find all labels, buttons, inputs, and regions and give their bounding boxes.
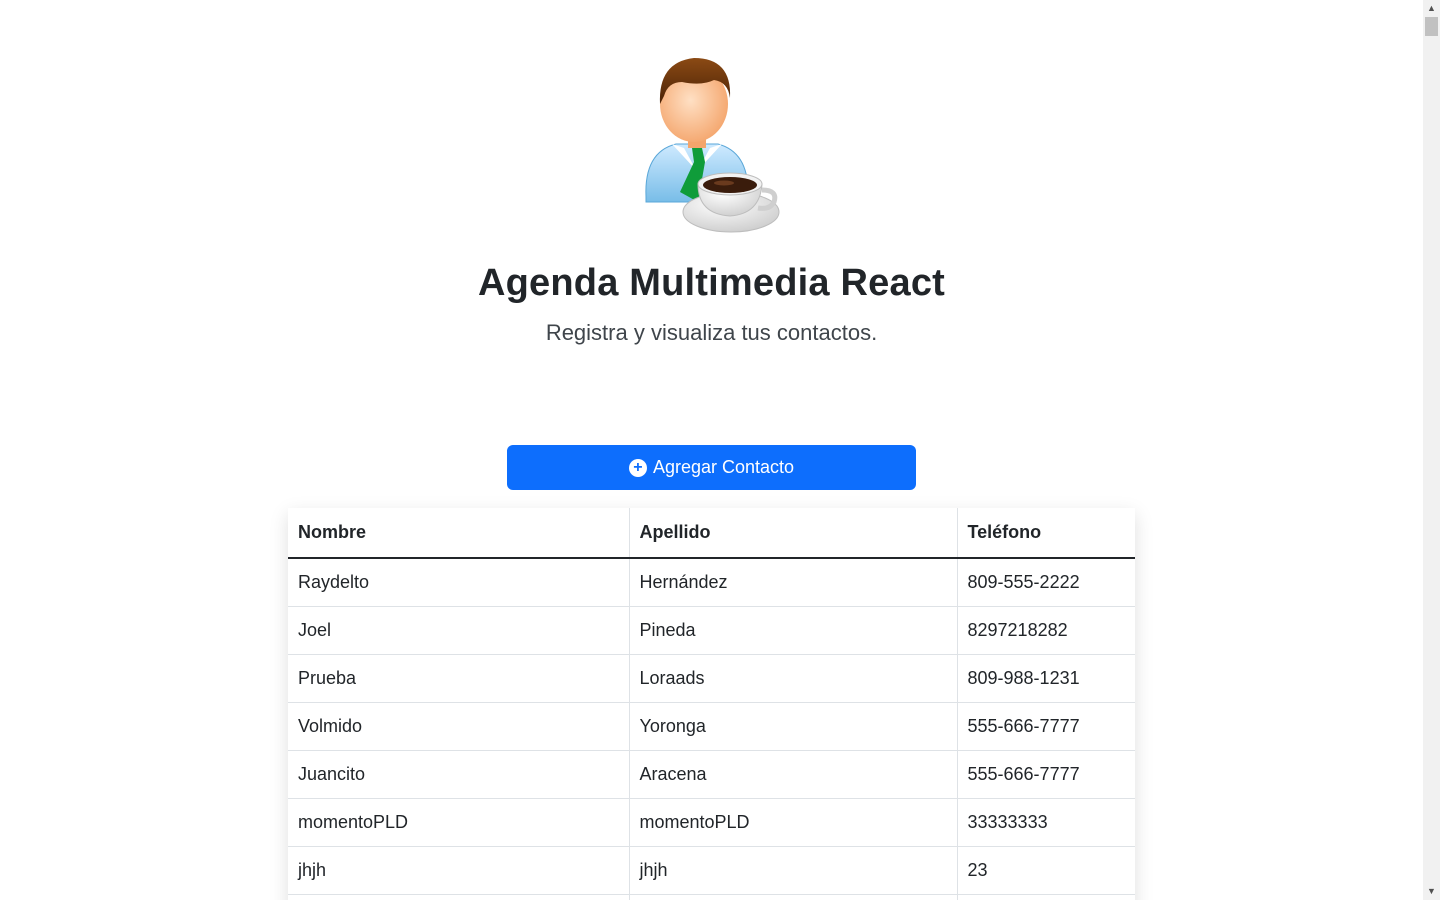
cell-nombre	[288, 894, 630, 900]
cell-nombre: Prueba	[288, 654, 630, 703]
page-subtitle: Registra y visualiza tus contactos.	[545, 320, 878, 345]
column-header-apellido: Apellido	[629, 508, 958, 559]
table-row[interactable]	[288, 894, 1135, 900]
cell-telefono: 33333333	[957, 798, 1135, 847]
add-contact-button[interactable]: + Agregar Contacto	[507, 445, 916, 490]
contacts-table-card: Nombre Apellido Teléfono Raydelto Hernán…	[288, 508, 1135, 900]
cell-apellido: Hernández	[629, 558, 958, 607]
cell-telefono: 555-666-7777	[957, 702, 1135, 751]
cell-telefono: 23	[957, 846, 1135, 895]
cell-telefono: 555-666-7777	[957, 750, 1135, 799]
table-row[interactable]: Juancito Aracena 555-666-7777	[288, 750, 1135, 799]
cell-apellido: momentoPLD	[629, 798, 958, 847]
cell-nombre: Juancito	[288, 750, 630, 799]
businessman-with-coffee-icon	[645, 58, 780, 233]
scroll-up-arrow-icon[interactable]: ▲	[1423, 0, 1440, 17]
page-title: Agenda Multimedia React	[477, 262, 946, 304]
cell-apellido: Aracena	[629, 750, 958, 799]
table-row[interactable]: Raydelto Hernández 809-555-2222	[288, 558, 1135, 607]
table-row[interactable]: momentoPLD momentoPLD 33333333	[288, 798, 1135, 847]
table-row[interactable]: Volmido Yoronga 555-666-7777	[288, 702, 1135, 751]
cell-apellido: Yoronga	[629, 702, 958, 751]
cell-telefono	[957, 894, 1135, 900]
cell-apellido: Loraads	[629, 654, 958, 703]
cell-nombre: Raydelto	[288, 558, 630, 607]
cell-apellido	[629, 894, 958, 900]
cell-telefono: 809-988-1231	[957, 654, 1135, 703]
cell-telefono: 8297218282	[957, 606, 1135, 655]
add-contact-label: Agregar Contacto	[652, 457, 795, 477]
contacts-table: Nombre Apellido Teléfono Raydelto Hernán…	[288, 508, 1135, 900]
vertical-scrollbar[interactable]: ▲ ▼	[1423, 0, 1440, 900]
cell-apellido: jhjh	[629, 846, 958, 895]
scrollbar-thumb[interactable]	[1425, 17, 1438, 36]
cell-nombre: momentoPLD	[288, 798, 630, 847]
cell-nombre: Volmido	[288, 702, 630, 751]
cell-apellido: Pineda	[629, 606, 958, 655]
browser-viewport: Agenda Multimedia React Registra y visua…	[0, 0, 1440, 900]
cell-nombre: jhjh	[288, 846, 630, 895]
scroll-down-arrow-icon[interactable]: ▼	[1423, 883, 1440, 900]
column-header-nombre: Nombre	[288, 508, 630, 559]
cell-telefono: 809-555-2222	[957, 558, 1135, 607]
plus-circle-icon: +	[628, 458, 647, 477]
cell-nombre: Joel	[288, 606, 630, 655]
table-row[interactable]: Prueba Loraads 809-988-1231	[288, 654, 1135, 703]
table-header-row: Nombre Apellido Teléfono	[288, 508, 1135, 559]
column-header-telefono: Teléfono	[957, 508, 1135, 559]
table-row[interactable]: Joel Pineda 8297218282	[288, 606, 1135, 655]
table-row[interactable]: jhjh jhjh 23	[288, 846, 1135, 895]
page: Agenda Multimedia React Registra y visua…	[0, 0, 1423, 900]
